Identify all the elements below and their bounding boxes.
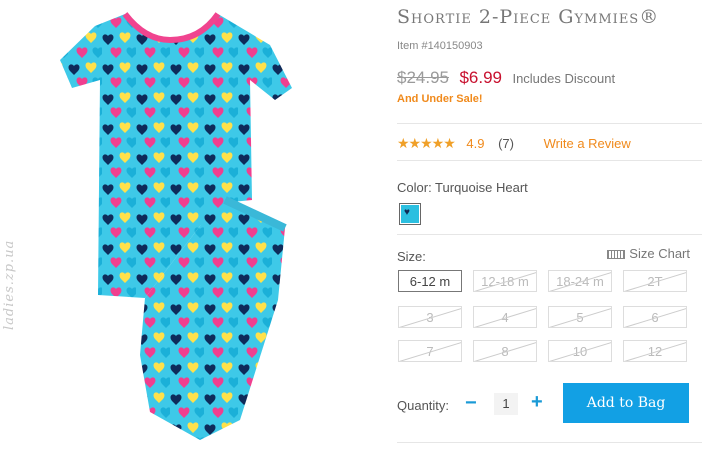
sale-note: And Under Sale! [397,93,483,105]
review-count[interactable]: (7) [498,136,514,151]
size-option-3[interactable]: 3 [398,306,462,328]
size-option-12-18m[interactable]: 12-18 m [473,270,537,292]
size-chart-link[interactable]: Size Chart [607,246,690,261]
watermark: ladies.zp.ua [2,239,17,330]
sale-price: $6.99 [459,68,502,87]
original-price: $24.95 [397,68,449,87]
rating-row: ★★★★★ 4.9 (7) Write a Review [397,135,631,152]
quantity-decrease-button[interactable]: − [465,392,477,415]
color-label: Color: Turquoise Heart [397,180,528,195]
price-row: $24.95 $6.99 Includes Discount [397,68,615,88]
star-rating-icon: ★★★★★ [397,135,456,151]
size-option-18-24m[interactable]: 18-24 m [548,270,612,292]
quantity-increase-button[interactable]: + [531,391,543,414]
size-option-10[interactable]: 10 [548,340,612,362]
size-option-6[interactable]: 6 [623,306,687,328]
size-option-6-12m[interactable]: 6-12 m [398,270,462,292]
divider [397,123,702,124]
swatch-heart-icon: ♥ [401,205,419,223]
size-option-5[interactable]: 5 [548,306,612,328]
size-chart-label: Size Chart [629,246,690,261]
color-swatch-turquoise-heart[interactable]: ♥ [399,203,421,225]
divider [397,234,702,235]
size-option-4[interactable]: 4 [473,306,537,328]
write-review-link[interactable]: Write a Review [544,136,631,151]
size-label: Size: [397,249,426,264]
size-option-12[interactable]: 12 [623,340,687,362]
product-title: Shortie 2-Piece Gymmies® [397,6,660,28]
discount-note: Includes Discount [512,71,616,86]
divider [397,442,702,443]
divider [397,160,702,161]
size-option-8[interactable]: 8 [473,340,537,362]
product-image[interactable]: ladies.zp.ua [0,0,380,465]
rating-value: 4.9 [466,136,485,151]
add-to-bag-button[interactable]: Add to Bag [563,383,689,423]
pajama-illustration [60,12,292,440]
product-detail-panel: Shortie 2-Piece Gymmies® Item #140150903… [397,0,702,465]
size-option-7[interactable]: 7 [398,340,462,362]
item-number: Item #140150903 [397,40,483,52]
size-option-2t[interactable]: 2T [623,270,687,292]
ruler-icon [607,250,626,260]
quantity-input[interactable]: 1 [494,393,518,415]
quantity-label: Quantity: [397,398,450,413]
